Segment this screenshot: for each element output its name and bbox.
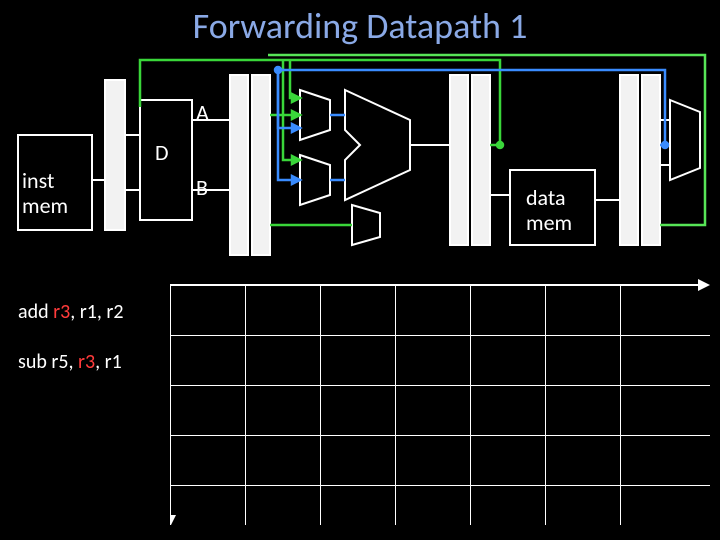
d-port-label: D (155, 140, 169, 165)
pipereg-if-id (105, 80, 125, 230)
instruction-sub: sub r5, r3, r1 (18, 350, 122, 374)
pipereg-mem-wb-a (620, 75, 638, 245)
datapath-diagram (0, 0, 720, 280)
pipereg-id-ex-a (230, 75, 248, 255)
alu (345, 90, 410, 200)
a-port-label: A (196, 100, 209, 125)
writeback-mux (670, 100, 700, 180)
mem-write-mux (352, 205, 380, 245)
pipereg-mem-wb-b (642, 75, 660, 245)
pipereg-ex-mem-b (472, 75, 490, 245)
b-port-label: B (196, 175, 208, 200)
forwarding-muxes (300, 90, 330, 205)
pipereg-id-ex-b (252, 75, 270, 255)
data-mem-label: data mem (526, 185, 572, 236)
inst-mem-label: inst mem (22, 168, 68, 219)
pipereg-ex-mem-a (450, 75, 468, 245)
instruction-add: add r3, r1, r2 (18, 300, 123, 324)
pipeline-grid (170, 275, 710, 525)
